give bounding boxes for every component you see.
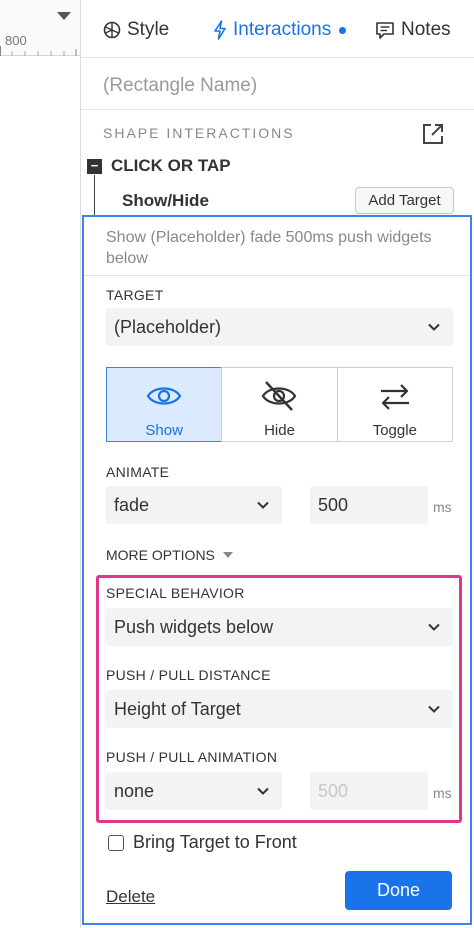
inspector-panel: Style Interactions Notes (Rectangle Name…	[81, 0, 474, 928]
push-pull-unit: ms	[433, 785, 452, 801]
widget-name-placeholder: (Rectangle Name)	[103, 75, 258, 96]
target-select[interactable]: (Placeholder)	[106, 308, 453, 346]
chevron-down-icon	[257, 787, 269, 795]
canvas-area: 800	[0, 0, 81, 928]
more-options-toggle[interactable]: MORE OPTIONS	[106, 547, 233, 563]
delete-link[interactable]: Delete	[106, 887, 155, 907]
chevron-down-icon	[428, 705, 440, 713]
animate-unit: ms	[433, 499, 452, 515]
push-pull-animation-select[interactable]: none	[106, 772, 282, 810]
target-label: TARGET	[106, 287, 164, 303]
animate-duration-input[interactable]: 500	[310, 486, 428, 524]
tab-label: Notes	[401, 19, 451, 40]
visibility-toggle-group: Show Hide Toggle	[106, 367, 453, 442]
animate-value: fade	[114, 494, 150, 515]
animate-select[interactable]: fade	[106, 486, 282, 524]
collapse-icon[interactable]: −	[87, 158, 102, 174]
action-label[interactable]: Show/Hide	[122, 191, 209, 211]
show-label: Show	[145, 422, 183, 439]
action-summary: Show (Placeholder) fade 500ms push widge…	[106, 229, 432, 267]
ruler: 800	[0, 0, 80, 56]
tree-line	[94, 175, 95, 215]
push-pull-distance-select[interactable]: Height of Target	[106, 690, 453, 728]
tab-interactions[interactable]: Interactions	[213, 17, 347, 43]
animate-duration-value: 500	[318, 494, 349, 515]
bring-to-front-checkbox[interactable]	[108, 834, 124, 851]
notes-icon	[376, 21, 394, 39]
push-pull-distance-label: PUSH / PULL DISTANCE	[106, 667, 271, 683]
lightning-icon	[214, 20, 226, 40]
dropdown-arrow-icon[interactable]	[57, 12, 71, 20]
bring-to-front-label: Bring Target to Front	[133, 832, 297, 852]
section-title: SHAPE INTERACTIONS	[103, 125, 295, 141]
chevron-down-icon	[257, 501, 269, 509]
divider	[84, 275, 470, 276]
ruler-ticks	[0, 46, 77, 56]
add-target-button[interactable]: Add Target	[355, 187, 454, 214]
event-label: CLICK OR TAP	[111, 156, 231, 175]
push-pull-animation-value: none	[114, 780, 155, 801]
tab-label: Style	[127, 19, 170, 40]
done-button[interactable]: Done	[345, 871, 452, 910]
target-value: (Placeholder)	[114, 316, 222, 337]
hide-label: Hide	[264, 422, 295, 439]
inspector-tabs: Style Interactions Notes	[81, 0, 474, 58]
chevron-down-icon	[428, 323, 440, 331]
event-row[interactable]: − CLICK OR TAP	[87, 155, 231, 177]
push-pull-duration-input[interactable]: 500	[310, 772, 428, 810]
tab-notes[interactable]: Notes	[375, 17, 451, 43]
special-behavior-select[interactable]: Push widgets below	[106, 608, 453, 646]
eye-icon	[146, 387, 182, 405]
tab-style[interactable]: Style	[103, 17, 169, 43]
action-editor: Show (Placeholder) fade 500ms push widge…	[82, 215, 472, 925]
special-behavior-value: Push widgets below	[114, 616, 274, 637]
chevron-down-icon	[428, 623, 440, 631]
tab-label: Interactions	[233, 19, 332, 40]
eye-off-icon	[262, 381, 297, 411]
caret-down-icon	[222, 552, 233, 558]
push-pull-animation-label: PUSH / PULL ANIMATION	[106, 749, 278, 765]
widget-name-field[interactable]: (Rectangle Name)	[81, 58, 474, 110]
external-link-icon[interactable]	[421, 122, 445, 146]
special-behavior-label: SPECIAL BEHAVIOR	[106, 585, 245, 601]
toggle-label: Toggle	[372, 422, 417, 439]
animate-label: ANIMATE	[106, 464, 170, 480]
style-icon	[103, 21, 121, 39]
more-options-label: MORE OPTIONS	[106, 547, 215, 563]
hide-button[interactable]: Hide	[221, 367, 338, 442]
unsaved-dot	[339, 26, 347, 34]
push-pull-duration-value: 500	[318, 780, 349, 801]
bring-to-front-row[interactable]: Bring Target to Front	[108, 832, 297, 853]
show-button[interactable]: Show	[106, 367, 223, 442]
push-pull-distance-value: Height of Target	[114, 698, 241, 719]
toggle-arrows-icon	[380, 384, 409, 410]
toggle-button[interactable]: Toggle	[336, 367, 453, 442]
